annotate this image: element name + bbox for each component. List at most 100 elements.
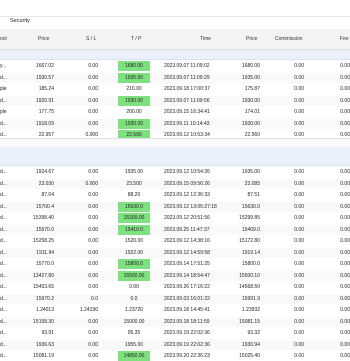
cell-price2: 1919.14 xyxy=(241,249,260,256)
table-row[interactable]: d... 15970.2 0.0 0.0 2023.09.03 16:01:22 1599… xyxy=(0,293,350,304)
cell-sym: ple xyxy=(0,109,7,115)
cell-fee: 0.00 xyxy=(340,295,350,302)
table-row[interactable]: d... 15258.25 0.00 1520.00 2023.09.12 14:38:… xyxy=(0,236,350,246)
col-fee[interactable]: Fee xyxy=(340,36,349,42)
cell-price2: 175.87 xyxy=(244,86,260,92)
cell-sym: d... xyxy=(0,261,7,267)
table-row[interactable]: y... 1667.02 0.00 1680.00 2023.09.07 11:09:0… xyxy=(0,61,350,71)
cell-price2: 1930.00 xyxy=(241,120,260,127)
cell-sl: 0.00 xyxy=(88,86,98,92)
cell-sl: 0.00 xyxy=(88,120,98,127)
cell-price: 1667.02 xyxy=(35,63,54,69)
cell-price: 1911.94 xyxy=(36,249,54,256)
cell-tp: 1935.00 xyxy=(124,169,144,175)
table-row[interactable]: d... 87.04 0.00 88.20 2023.09.12 12:36:33 87.… xyxy=(0,190,350,200)
col-tp[interactable]: T / P xyxy=(131,36,141,42)
cell-price: 13427.80 xyxy=(33,272,54,279)
table-row[interactable]: d... 1924.67 0.00 1935.00 2023.09.12 10:54:2… xyxy=(0,167,350,177)
cell-comm: 0.00 xyxy=(294,307,304,313)
cell-sl: 0.00 xyxy=(88,341,98,348)
cell-fee: 0.00 xyxy=(340,63,350,69)
table-row[interactable]: d... 93.91 0.00 95.35 2023.09.19 22:02:36 93.… xyxy=(0,328,350,338)
cell-price2: 15081.15 xyxy=(239,318,260,325)
cell-price: 1920.91 xyxy=(35,97,54,104)
cell-tp: 14850.00 xyxy=(118,351,150,361)
cell-sym: ple xyxy=(0,86,7,92)
table-row[interactable]: d... 15158.30 0.00 15000.00 2023.09.18 18:11… xyxy=(0,316,350,327)
cell-tp: 200.00 xyxy=(126,109,142,115)
col-symbol[interactable]: ool xyxy=(0,36,7,42)
cell-tp: 1955.00 xyxy=(124,341,144,348)
cell-price: 15700.4 xyxy=(35,203,54,210)
section-band-1 xyxy=(0,50,350,60)
table-row[interactable]: d... 1920.91 0.00 1930.00 2023.09.07 11:09:5… xyxy=(0,95,350,106)
cell-fee: 0.00 xyxy=(340,109,350,115)
cell-tp: 210.00 xyxy=(126,86,142,92)
table-row[interactable]: d... 1918.09 0.00 1930.00 2023.09.11 10:14:4… xyxy=(0,118,350,129)
cell-tp: 1680.00 xyxy=(118,61,150,71)
cell-price2: 15299.85 xyxy=(239,215,260,221)
table-row[interactable]: d... 15570.0 0.00 15410.0 2023.09.25 11:47:3… xyxy=(0,224,350,235)
cell-comm: 0.00 xyxy=(294,203,304,210)
cell-sl: 0.00 xyxy=(88,203,98,210)
col-commission[interactable]: Commission xyxy=(275,36,303,42)
cell-price: 1.24013 xyxy=(35,307,54,313)
cell-fee: 0.00 xyxy=(340,169,350,175)
cell-fee: 0.00 xyxy=(340,261,350,267)
cell-sl: 0.0 xyxy=(91,295,98,302)
cell-sym: d... xyxy=(0,330,7,336)
cell-price: 185.24 xyxy=(38,86,54,92)
cell-price: 87.04 xyxy=(41,192,54,198)
cell-tp: 1935.00 xyxy=(118,72,150,83)
cell-sym: d... xyxy=(0,295,7,302)
cell-comm: 0.00 xyxy=(294,284,304,290)
cell-comm: 0.00 xyxy=(294,295,304,302)
table-row[interactable]: d... 15453.65 0.00 0.00 2023.09.26 17:16:22 1… xyxy=(0,282,350,292)
cell-comm: 0.00 xyxy=(294,74,304,81)
cell-comm: 0.00 xyxy=(294,86,304,92)
cell-fee: 0.00 xyxy=(340,226,350,233)
cell-comm: 0.00 xyxy=(294,63,304,69)
cell-price: 1936.63 xyxy=(35,341,54,348)
cell-sym: d... xyxy=(0,249,7,256)
cell-price: 15970.2 xyxy=(35,295,54,302)
cell-price2: 87.51 xyxy=(247,192,260,198)
cell-price2: 14568.50 xyxy=(239,284,260,290)
security-label: Security xyxy=(10,18,30,24)
cell-price2: 15025.40 xyxy=(239,353,260,359)
cell-comm: 0.00 xyxy=(294,226,304,233)
table-row[interactable]: d... 15770.0 0.00 15800.0 2023.09.14 17:51:2… xyxy=(0,259,350,269)
table-row[interactable]: d... 1911.94 0.00 1922.00 2023.09.12 14:59:5… xyxy=(0,247,350,258)
table-row[interactable]: d... 15700.4 0.00 15630.0 2023.09.12 13:05:2… xyxy=(0,201,350,212)
cell-fee: 0.00 xyxy=(340,180,350,187)
table-row[interactable]: d... 1930.57 0.00 1935.00 2023.09.07 11:09:2… xyxy=(0,72,350,83)
cell-comm: 0.00 xyxy=(294,180,304,187)
table-row[interactable]: d... 1.24013 1.24190 1.23720 2023.09.18 14:4… xyxy=(0,305,350,315)
cell-tp: 15410.0 xyxy=(118,224,150,235)
table-row[interactable]: d... 15398.40 0.00 15300.00 2023.09.12 20:51… xyxy=(0,213,350,223)
cell-sl: 0.00 xyxy=(88,226,98,233)
table-row[interactable]: ple 177.75 0.00 200.00 2023.09.15 16:34:41 17… xyxy=(0,107,350,117)
table-row[interactable]: d... 23.030 0.000 23.500 2023.09.15 09:56:26… xyxy=(0,178,350,189)
cell-price: 177.75 xyxy=(38,109,54,115)
cell-price: 15081.19 xyxy=(33,353,54,359)
cell-sym: d... xyxy=(0,169,7,175)
table-row[interactable]: d... 15081.19 0.00 14850.00 2023.09.20 22:36… xyxy=(0,351,350,361)
cell-price2: 1935.00 xyxy=(241,74,260,81)
cell-sym: d... xyxy=(0,284,7,290)
cell-comm: 0.00 xyxy=(294,238,304,244)
cell-fee: 0.00 xyxy=(340,272,350,279)
cell-comm: 0.00 xyxy=(294,318,304,325)
col-price[interactable]: Price xyxy=(38,36,49,42)
col-time[interactable]: Time xyxy=(200,36,211,42)
table-row[interactable]: ple 185.24 0.00 210.00 2023.09.18 17:00:37 17… xyxy=(0,84,350,94)
cell-sl: 0.00 xyxy=(88,169,98,175)
cell-sym: d... xyxy=(0,318,7,325)
col-sl[interactable]: S / L xyxy=(86,36,96,42)
cell-fee: 0.00 xyxy=(340,318,350,325)
cell-sl: 0.00 xyxy=(88,63,98,69)
table-row[interactable]: d... 1936.63 0.00 1955.00 2023.09.19 22:02:3… xyxy=(0,339,350,350)
cell-fee: 0.00 xyxy=(340,249,350,256)
col-price2[interactable]: Price xyxy=(246,36,257,42)
table-row[interactable]: d... 13427.80 0.00 15500.00 2023.09.14 18:54… xyxy=(0,270,350,281)
